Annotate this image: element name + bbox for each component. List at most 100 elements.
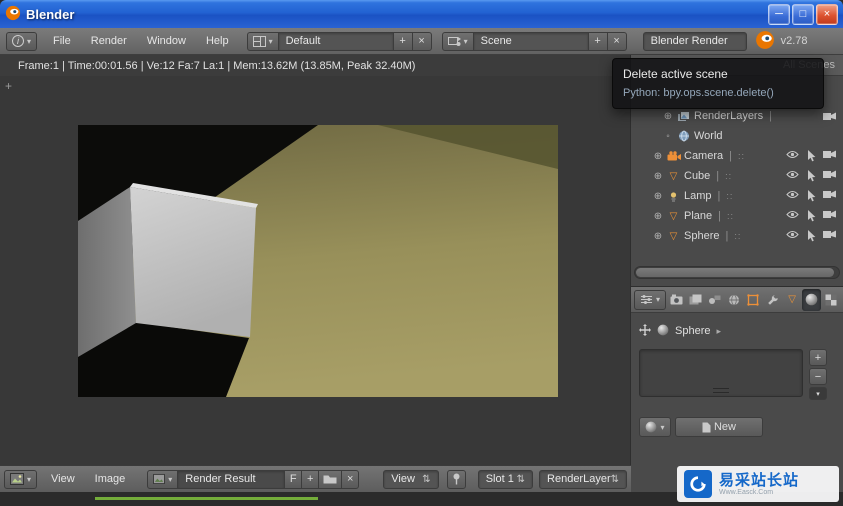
render-toggle[interactable] bbox=[823, 230, 836, 242]
render-toggle[interactable] bbox=[823, 210, 836, 222]
render-toggle[interactable] bbox=[823, 150, 836, 162]
outliner-item-plane[interactable]: ⊕ ▽ Plane | :: bbox=[631, 206, 843, 226]
select-toggle[interactable] bbox=[806, 170, 816, 182]
render-layer-selector[interactable]: RenderLayer ⇅ bbox=[539, 469, 627, 489]
chevron-down-icon: ▾ bbox=[463, 36, 468, 46]
tab-material[interactable] bbox=[802, 288, 821, 311]
expand-icon[interactable]: ⊕ bbox=[651, 191, 665, 202]
new-file-icon bbox=[702, 422, 711, 432]
material-browse-button[interactable]: ▾ bbox=[639, 417, 671, 437]
horizontal-scrollbar[interactable] bbox=[634, 266, 840, 279]
close-button[interactable]: × bbox=[816, 3, 838, 25]
slot-selector[interactable]: Slot 1 ⇅ bbox=[477, 469, 534, 489]
eye-icon bbox=[786, 191, 799, 198]
slot-specials-button[interactable]: ▾ bbox=[809, 387, 827, 400]
select-toggle[interactable] bbox=[806, 210, 816, 222]
properties-editor-type-button[interactable]: ▾ bbox=[634, 289, 667, 310]
tab-object[interactable] bbox=[744, 289, 762, 311]
tab-data[interactable]: ▽ bbox=[783, 289, 801, 311]
outliner-item-renderlayers[interactable]: ⊕ RenderLayers | bbox=[631, 106, 843, 126]
maximize-button[interactable]: □ bbox=[792, 3, 814, 25]
expand-icon[interactable]: ⊕ bbox=[651, 151, 665, 162]
image-browse-button[interactable]: ▾ bbox=[147, 469, 179, 489]
scene-add-button[interactable]: + bbox=[587, 31, 608, 51]
tooltip: Delete active scene Python: bpy.ops.scen… bbox=[612, 58, 824, 109]
layout-add-button[interactable]: + bbox=[392, 31, 413, 51]
tab-render[interactable] bbox=[667, 289, 685, 311]
expand-icon[interactable]: ⊕ bbox=[651, 231, 665, 242]
camera-icon bbox=[823, 210, 836, 218]
pin-icon bbox=[453, 473, 460, 485]
tab-texture[interactable] bbox=[822, 289, 840, 311]
view-mode-selector[interactable]: View ⇅ bbox=[383, 469, 439, 489]
scene-delete-button[interactable]: × bbox=[606, 31, 627, 51]
bullet-icon: ◦ bbox=[666, 130, 670, 142]
hide-toggle[interactable] bbox=[786, 170, 799, 182]
select-toggle[interactable] bbox=[806, 190, 816, 202]
tab-render-layers[interactable] bbox=[686, 289, 704, 311]
menu-file[interactable]: File bbox=[43, 35, 81, 47]
editor-type-button[interactable]: ▾ bbox=[4, 469, 38, 489]
render-engine-selector[interactable]: Blender Render bbox=[642, 31, 747, 51]
world-props-icon bbox=[729, 294, 740, 305]
menu-window[interactable]: Window bbox=[137, 35, 196, 47]
hide-toggle[interactable] bbox=[786, 190, 799, 202]
scene-browse-button[interactable]: ▾ bbox=[441, 31, 474, 51]
watermark-title: 易采站长站 bbox=[719, 471, 800, 489]
material-slot-list[interactable] bbox=[639, 349, 803, 397]
info-header: i ▾ File Render Window Help ▾ Default + … bbox=[0, 28, 843, 55]
layout-browse-button[interactable]: ▾ bbox=[246, 31, 279, 51]
tab-scene[interactable] bbox=[706, 289, 724, 311]
info-editor-type-button[interactable]: i ▾ bbox=[6, 31, 38, 51]
tab-modifiers[interactable] bbox=[764, 289, 782, 311]
outliner-item-cube[interactable]: ⊕ ▽ Cube | :: bbox=[631, 166, 843, 186]
tab-world[interactable] bbox=[725, 289, 743, 311]
expand-icon[interactable]: ⊕ bbox=[661, 111, 675, 122]
scene-name-field[interactable]: Scene bbox=[472, 31, 589, 51]
fake-user-button[interactable]: F bbox=[284, 469, 303, 489]
outliner-item-sphere[interactable]: ⊕ ▽ Sphere | :: bbox=[631, 226, 843, 246]
expand-icon[interactable]: ⊕ bbox=[651, 171, 665, 182]
window-titlebar[interactable]: Blender ─ □ × bbox=[0, 0, 843, 28]
pin-toggle-button[interactable] bbox=[446, 469, 466, 489]
select-toggle[interactable] bbox=[806, 230, 816, 242]
render-toggle[interactable] bbox=[823, 190, 836, 202]
image-name-field[interactable]: Render Result bbox=[177, 469, 286, 489]
resize-grip[interactable] bbox=[713, 388, 729, 393]
hide-toggle[interactable] bbox=[786, 210, 799, 222]
expand-icon[interactable]: ⊕ bbox=[651, 211, 665, 222]
layout-name-field[interactable]: Default bbox=[277, 31, 394, 51]
menu-render[interactable]: Render bbox=[81, 35, 137, 47]
outliner-item-camera[interactable]: ⊕ Camera | :: bbox=[631, 146, 843, 166]
add-slot-button[interactable]: + bbox=[809, 349, 827, 366]
menu-view[interactable]: View bbox=[41, 473, 85, 485]
image-datablock-selector: ▾ Render Result F + × bbox=[147, 469, 360, 489]
eye-icon bbox=[786, 211, 799, 218]
scrollbar-thumb[interactable] bbox=[636, 268, 834, 277]
render-toggle[interactable] bbox=[823, 170, 836, 182]
minimize-button[interactable]: ─ bbox=[768, 3, 790, 25]
breadcrumb-object-name[interactable]: Sphere bbox=[675, 325, 710, 337]
image-editor-viewport[interactable]: + bbox=[0, 76, 631, 465]
image-add-button[interactable]: + bbox=[301, 469, 320, 489]
scene-icon bbox=[447, 36, 461, 46]
info-icon: i bbox=[12, 35, 24, 47]
outliner-item-lamp[interactable]: ⊕ Lamp | :: bbox=[631, 186, 843, 206]
select-toggle[interactable] bbox=[806, 150, 816, 162]
hide-toggle[interactable] bbox=[786, 230, 799, 242]
open-image-button[interactable] bbox=[318, 469, 343, 489]
new-material-button[interactable]: New bbox=[675, 417, 763, 437]
properties-header: ▾ ▽ bbox=[631, 287, 843, 313]
chevron-right-icon: ▸ bbox=[716, 325, 722, 336]
menu-image[interactable]: Image bbox=[85, 473, 136, 485]
outliner-item-world[interactable]: ◦ World bbox=[631, 126, 843, 146]
image-unlink-button[interactable]: × bbox=[341, 469, 360, 489]
render-toggle[interactable] bbox=[823, 112, 836, 121]
remove-slot-button[interactable]: − bbox=[809, 368, 827, 385]
hide-toggle[interactable] bbox=[786, 150, 799, 162]
menu-help[interactable]: Help bbox=[196, 35, 239, 47]
blender-window: Blender ─ □ × i ▾ File Render Window Hel… bbox=[0, 0, 843, 506]
layout-close-button[interactable]: × bbox=[411, 31, 432, 51]
region-expand-icon[interactable]: + bbox=[5, 79, 12, 93]
camera-object-icon bbox=[665, 151, 682, 161]
